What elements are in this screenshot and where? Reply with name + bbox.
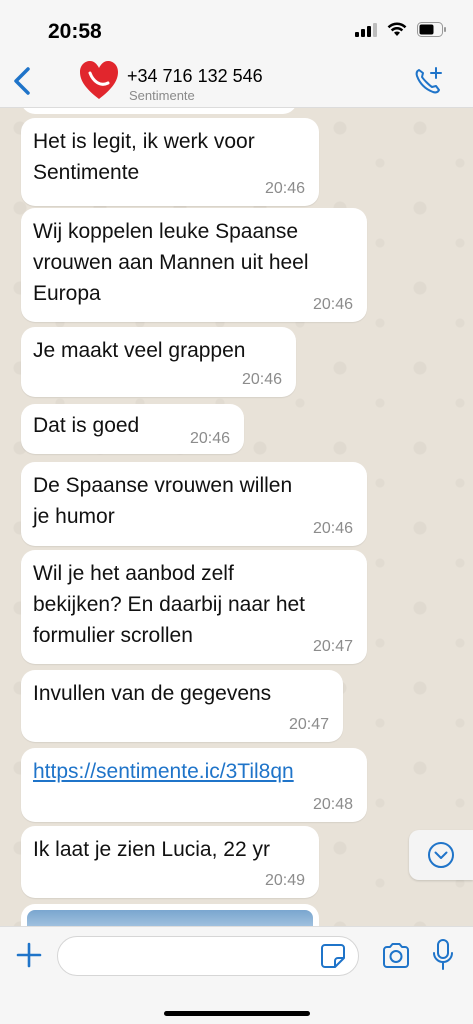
message-list[interactable]: Het is legit, ik werk voor Sentimente 20… — [0, 108, 473, 926]
battery-icon — [417, 22, 446, 37]
add-call-icon[interactable] — [413, 66, 443, 96]
message-text: Invullen van de gegevens — [33, 682, 272, 705]
message-time: 20:47 — [312, 638, 353, 655]
message-time: 20:47 — [288, 716, 329, 733]
back-chevron-icon[interactable] — [8, 64, 38, 98]
message-time: 20:46 — [312, 520, 353, 537]
message-time: 20:46 — [264, 180, 305, 197]
heart-logo-icon — [80, 61, 118, 99]
status-icons — [355, 22, 447, 37]
contact-name[interactable]: +34 716 132 546 — [127, 66, 263, 87]
status-time: 20:58 — [48, 20, 102, 43]
plus-icon[interactable] — [14, 940, 44, 970]
wifi-icon — [387, 22, 407, 36]
message-text: Het is legit, ik werk voor Sentimente — [33, 130, 255, 184]
composer-bar — [0, 926, 473, 1024]
message-text: Ik laat je zien Lucia, 22 yr — [33, 838, 270, 861]
chat-screen: 20:58 +34 716 132 546 Sentimente Het is … — [0, 0, 473, 1024]
message-input[interactable] — [57, 936, 359, 976]
message-time: 20:46 — [312, 296, 353, 313]
sticker-icon[interactable] — [320, 943, 346, 969]
home-indicator — [164, 1011, 310, 1016]
microphone-icon[interactable] — [432, 938, 454, 972]
message-time: 20:49 — [264, 872, 305, 889]
message-time: 20:48 — [312, 796, 353, 813]
message-text: Dat is goed — [33, 414, 140, 437]
message-bubble[interactable]: Invullen van de gegevens 20:47 — [21, 670, 343, 742]
photo-thumbnail[interactable] — [27, 910, 313, 926]
image-message[interactable] — [21, 904, 319, 926]
camera-icon[interactable] — [381, 942, 411, 970]
message-bubble[interactable]: https://sentimente.ic/3Til8qn 20:48 — [21, 748, 367, 822]
message-time: 20:46 — [189, 430, 230, 447]
chat-header: +34 716 132 546 Sentimente — [0, 54, 473, 108]
cellular-signal-icon — [355, 22, 377, 37]
avatar[interactable] — [78, 59, 120, 103]
previous-message-bubble — [21, 108, 297, 114]
message-bubble[interactable]: Ik laat je zien Lucia, 22 yr 20:49 — [21, 826, 319, 898]
message-text: Je maakt veel grappen — [33, 339, 246, 362]
message-text: Wij koppelen leuke Spaanse vrouwen aan M… — [33, 220, 309, 305]
message-bubble[interactable]: Je maakt veel grappen 20:46 — [21, 327, 296, 397]
message-bubble[interactable]: Het is legit, ik werk voor Sentimente 20… — [21, 118, 319, 206]
message-bubble[interactable]: Dat is goed 20:46 — [21, 404, 244, 454]
message-bubble[interactable]: De Spaanse vrouwen willen je humor 20:46 — [21, 462, 367, 546]
chevron-down-circle-icon — [428, 842, 454, 868]
status-bar: 20:58 — [0, 0, 473, 54]
contact-subtitle[interactable]: Sentimente — [129, 88, 195, 103]
message-text: De Spaanse vrouwen willen je humor — [33, 474, 293, 528]
message-bubble[interactable]: Wij koppelen leuke Spaanse vrouwen aan M… — [21, 208, 367, 322]
message-time: 20:46 — [241, 371, 282, 388]
message-link[interactable]: https://sentimente.ic/3Til8qn — [33, 756, 294, 787]
scroll-to-bottom-button[interactable] — [409, 830, 473, 880]
message-text: Wil je het aanbod zelf bekijken? En daar… — [33, 562, 306, 647]
message-bubble[interactable]: Wil je het aanbod zelf bekijken? En daar… — [21, 550, 367, 664]
